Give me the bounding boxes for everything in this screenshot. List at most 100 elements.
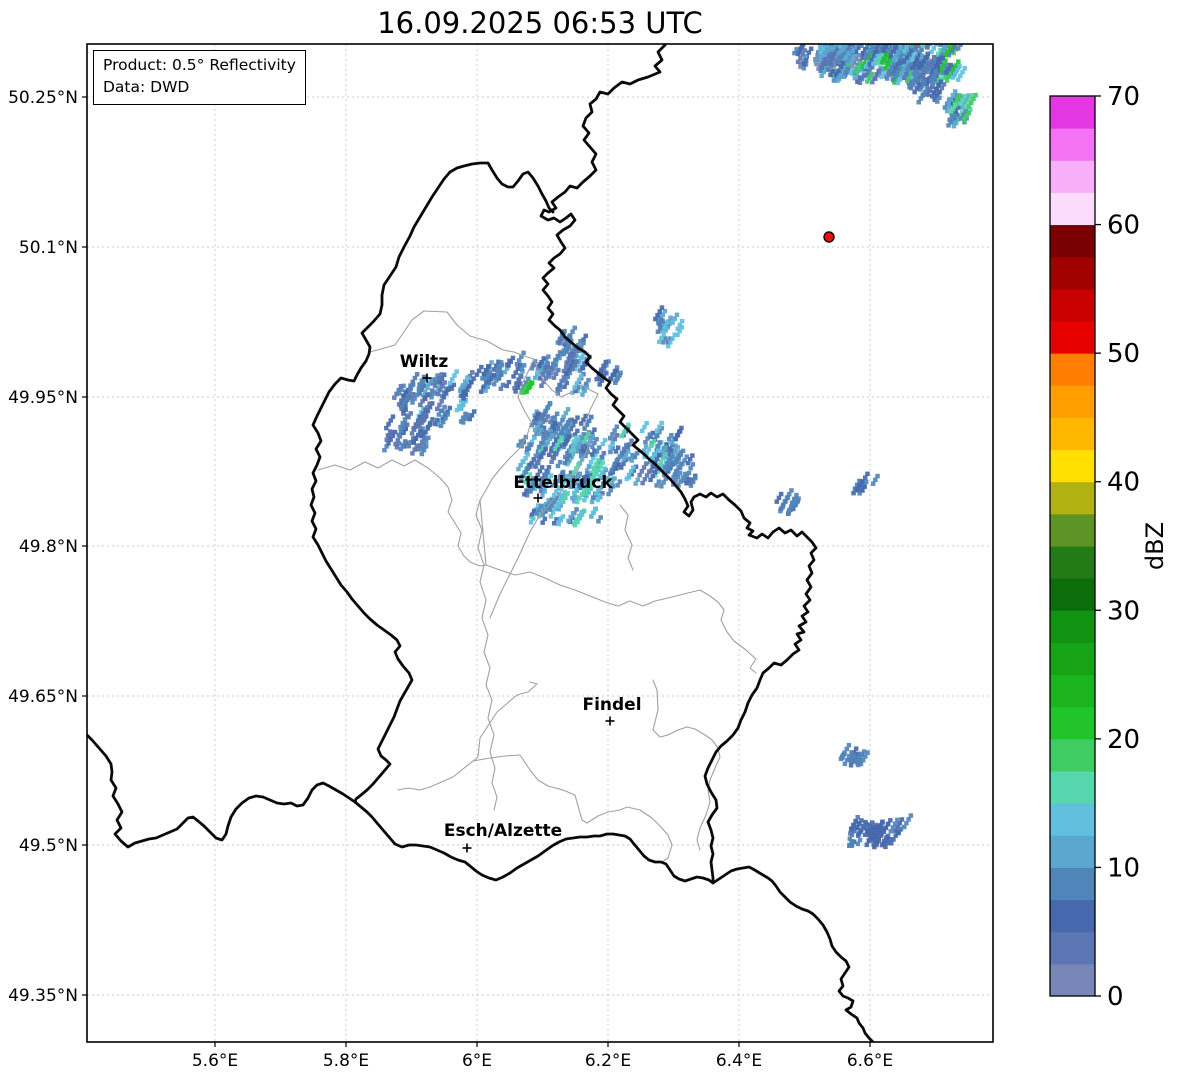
echo-cell <box>601 450 607 456</box>
echo-cell <box>931 55 937 60</box>
echo-cell <box>656 448 661 453</box>
echo-cell <box>905 36 910 41</box>
district-border-line <box>475 499 498 811</box>
echo-cell <box>527 442 532 447</box>
echo-cell <box>921 79 927 85</box>
echo-cell <box>578 339 583 344</box>
echo-cell <box>945 31 950 35</box>
echo-cell <box>543 447 548 452</box>
echo-cell <box>442 404 447 410</box>
echo-cell <box>953 102 958 108</box>
echo-cell <box>557 459 563 465</box>
echo-cluster <box>774 488 801 516</box>
echo-cell <box>879 38 884 43</box>
echo-cell <box>614 368 619 374</box>
echo-cell <box>882 34 887 39</box>
echo-cell <box>830 56 836 62</box>
colorbar-tick-label: 40 <box>1107 468 1140 498</box>
echo-cell <box>426 435 431 440</box>
echo-cell <box>936 37 941 42</box>
echo-cell <box>794 47 799 52</box>
echo-cell <box>402 439 408 444</box>
echo-cell <box>789 488 794 493</box>
echo-cell <box>574 507 579 512</box>
echo-cell <box>485 384 490 390</box>
echo-cell <box>948 62 954 68</box>
echo-cell <box>539 427 544 433</box>
echo-cell <box>873 838 879 843</box>
echo-cell <box>530 380 535 386</box>
echo-cell <box>558 516 563 521</box>
echo-cell <box>871 38 876 43</box>
echo-cell <box>587 464 592 469</box>
echo-cell <box>880 38 885 43</box>
colorbar-segment <box>1050 706 1095 740</box>
echo-cell <box>962 66 967 71</box>
echo-cell <box>579 509 584 515</box>
echo-cell <box>924 85 930 91</box>
colorbar-segment <box>1050 96 1095 129</box>
echo-cell <box>631 465 636 470</box>
echo-cell <box>542 516 548 522</box>
echo-cell <box>659 420 664 426</box>
echo-cell <box>848 38 853 43</box>
country-border-line <box>448 161 555 214</box>
echo-cell <box>853 746 859 751</box>
echo-cell <box>947 33 952 38</box>
echo-cell <box>957 93 962 98</box>
echo-cell <box>597 445 602 450</box>
echo-cell <box>871 38 876 43</box>
district-border-line <box>472 754 673 863</box>
echo-cell <box>933 69 938 75</box>
x-tick-label: 6.4°E <box>716 1051 762 1071</box>
echo-cell <box>686 470 692 476</box>
echo-cell <box>778 491 784 497</box>
echo-cell <box>926 36 931 41</box>
echo-cell <box>598 515 603 520</box>
plot-frame <box>86 43 994 1043</box>
colorbar-tick-label: 60 <box>1107 211 1140 241</box>
echo-cell <box>635 477 641 482</box>
echo-cell <box>425 385 430 391</box>
echo-cell <box>895 829 901 835</box>
echo-cell <box>431 391 436 396</box>
echo-cell <box>586 377 591 383</box>
echo-cell <box>521 350 526 356</box>
echo-cell <box>949 113 955 119</box>
echo-cell <box>884 38 889 43</box>
district-border-line <box>485 564 757 674</box>
echo-cell <box>864 479 869 485</box>
echo-cell <box>668 315 673 320</box>
echo-cell <box>566 429 571 434</box>
echo-cell <box>553 357 558 363</box>
map-plot: 5.6°E 5.8°E 6°E 6.2°E 6.4°E 6.6°E 50.25°N 50.1°… <box>8 30 1169 1071</box>
echo-cell <box>873 35 878 40</box>
echo-cell <box>846 39 851 44</box>
y-tick-label: 49.65°N <box>8 687 78 707</box>
echo-cell <box>940 30 945 34</box>
echo-cell <box>878 33 883 38</box>
echo-cluster <box>942 89 978 129</box>
echo-cell <box>865 828 870 834</box>
echo-cell <box>793 496 798 502</box>
echo-cell <box>823 37 828 42</box>
colorbar-tick-label: 20 <box>1107 725 1140 755</box>
echo-cell <box>531 435 537 441</box>
echo-cell <box>956 59 961 64</box>
echo-cell <box>876 68 882 73</box>
colorbar-segment <box>1050 288 1095 322</box>
echo-cell <box>668 462 674 468</box>
echo-cell <box>510 355 516 361</box>
echo-cell <box>863 819 868 825</box>
echo-cell <box>410 392 416 397</box>
echo-cell <box>846 742 852 748</box>
echo-cell <box>579 373 584 379</box>
colorbar-segment <box>1050 771 1095 804</box>
echo-cluster <box>392 369 477 430</box>
echo-cell <box>553 362 559 368</box>
x-tick-label: 6.2°E <box>585 1051 631 1071</box>
echo-cell <box>617 479 623 484</box>
echo-cell <box>442 380 447 385</box>
echo-cell <box>913 38 918 43</box>
echo-cell <box>848 36 853 41</box>
